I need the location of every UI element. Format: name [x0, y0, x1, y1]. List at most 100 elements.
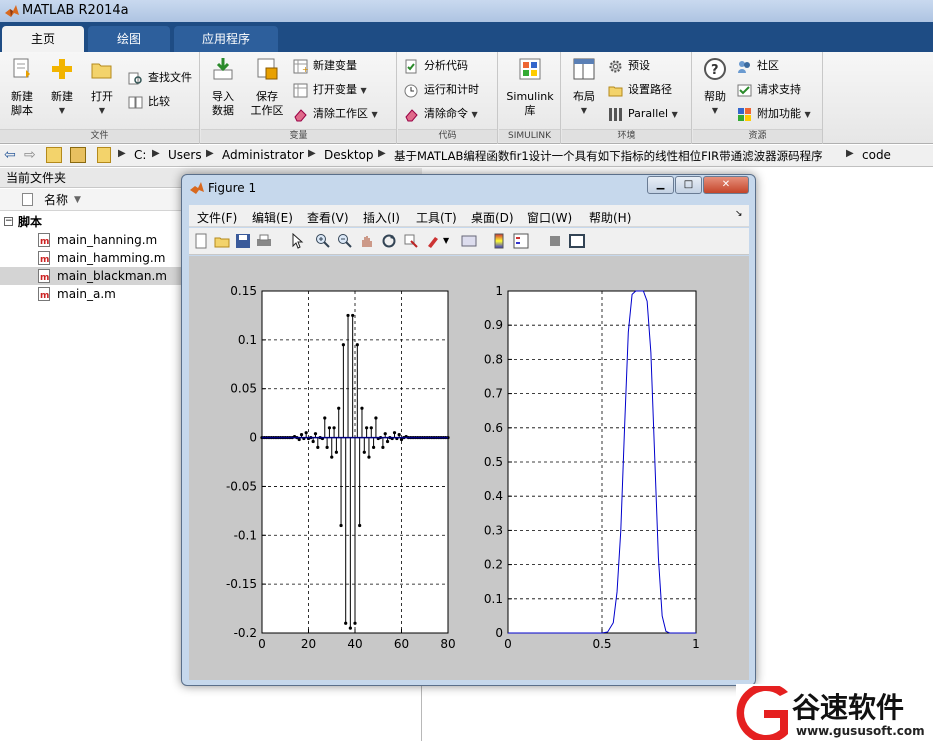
open-variable-button[interactable]: 打开变量 ▼ [293, 80, 367, 100]
tab-apps[interactable]: 应用程序 [174, 26, 278, 52]
hide-plot-tools-icon[interactable] [547, 233, 563, 249]
simulink-library-button[interactable]: Simulink 库 [503, 56, 557, 118]
dropdown-arrow-icon[interactable]: ▼ [361, 86, 367, 95]
tab-home[interactable]: 主页 [2, 26, 84, 52]
group-file-label: 文件 [0, 129, 199, 142]
preferences-button[interactable]: 预设 [608, 56, 650, 76]
new-variable-button[interactable]: + 新建变量 [293, 56, 357, 76]
new-script-icon [13, 58, 30, 78]
browse-folder-icon[interactable] [70, 147, 86, 163]
open-button[interactable]: 打开 ▼ [84, 56, 120, 118]
stem-marker [316, 445, 320, 449]
response-tick-label-y: 0.2 [484, 558, 503, 572]
menu-window[interactable]: 窗口(W) [527, 209, 572, 226]
clear-commands-button[interactable]: 清除命令 ▼ [404, 104, 478, 124]
dropdown-arrow-icon[interactable]: ▼ [805, 110, 811, 119]
menu-insert[interactable]: 插入(I) [363, 209, 400, 226]
menu-desktop[interactable]: 桌面(D) [471, 209, 514, 226]
show-plot-tools-icon[interactable] [569, 233, 585, 249]
up-folder-icon[interactable] [46, 147, 62, 163]
figure-menu-bar: 文件(F) 编辑(E) 查看(V) 插入(I) 工具(T) 桌面(D) 窗口(W… [189, 205, 749, 227]
analyze-code-button[interactable]: 分析代码 [404, 56, 468, 76]
parallel-button[interactable]: Parallel ▼ [608, 104, 678, 124]
set-path-button[interactable]: 设置路径 [608, 80, 672, 100]
breadcrumb-item[interactable]: Users [168, 148, 202, 162]
community-button[interactable]: 社区 [737, 56, 779, 76]
breadcrumb-separator-icon: ▶ [378, 148, 386, 159]
add-ons-button[interactable]: 附加功能 ▼ [737, 104, 811, 124]
breadcrumb-item[interactable]: code [862, 148, 891, 162]
stem-tick-label-y: -0.1 [234, 528, 257, 542]
rotate-3d-icon[interactable] [381, 233, 397, 249]
layout-button[interactable]: 布局 ▼ [566, 56, 602, 118]
stem-tick-label-y: -0.2 [234, 626, 257, 640]
menu-help[interactable]: 帮助(H) [589, 209, 631, 226]
tab-plots[interactable]: 绘图 [88, 26, 170, 52]
dropdown-arrow-icon[interactable]: ▼ [443, 236, 449, 245]
figure-window[interactable]: Figure 1 ▁ □ ✕ 文件(F) 编辑(E) 查看(V) 插入(I) 工… [181, 174, 756, 686]
save-workspace-button[interactable]: 保存 工作区 [247, 56, 287, 118]
save-icon[interactable] [235, 233, 251, 249]
figure-canvas[interactable]: 0 20 40 60 80 -0.2 -0.15 -0.1 -0.05 0 0.05 0.1 0.15 0… [189, 256, 749, 680]
brush-icon[interactable] [425, 233, 441, 249]
forward-arrow-icon[interactable]: ⇨ [24, 147, 36, 163]
maximize-button[interactable]: □ [675, 176, 702, 194]
dropdown-arrow-icon[interactable]: ▼ [372, 110, 378, 119]
column-name-label: 名称 [44, 193, 69, 207]
parallel-icon [609, 108, 622, 121]
app-title-bar: MATLAB R2014a [0, 0, 933, 22]
print-icon[interactable] [256, 233, 272, 249]
menu-view[interactable]: 查看(V) [307, 209, 349, 226]
figure-title: Figure 1 [208, 181, 257, 195]
help-button[interactable]: ? 帮助 ▼ [697, 56, 733, 118]
new-figure-icon[interactable] [193, 233, 209, 249]
stem-marker [358, 523, 362, 528]
open-file-icon[interactable] [214, 233, 230, 249]
response-tick-label-y: 0.6 [484, 421, 503, 435]
breadcrumb-item[interactable]: 基于MATLAB编程函数fir1设计一个具有如下指标的线性相位FIR带通滤波器源… [394, 148, 823, 164]
back-arrow-icon[interactable]: ⇦ [4, 147, 16, 163]
compare-icon [128, 96, 143, 109]
colorbar-icon[interactable] [491, 233, 507, 249]
group-code-label: 代码 [398, 129, 497, 142]
svg-text:m: m [40, 255, 49, 265]
zoom-out-icon[interactable] [337, 233, 353, 249]
request-support-button[interactable]: 请求支持 [737, 80, 801, 100]
zoom-in-icon[interactable] [315, 233, 331, 249]
simulink-icon [519, 58, 541, 80]
figure-plots[interactable]: 0 20 40 60 80 -0.2 -0.15 -0.1 -0.05 0 0.05 0.1 0.15 0… [189, 256, 749, 680]
stem-marker [383, 432, 387, 436]
breadcrumb-item[interactable]: Desktop [324, 148, 374, 162]
menu-edit[interactable]: 编辑(E) [252, 209, 293, 226]
breadcrumb-separator-icon: ▶ [308, 148, 316, 159]
dropdown-arrow-icon[interactable]: ▼ [672, 110, 678, 119]
clear-workspace-button[interactable]: 清除工作区 ▼ [293, 104, 378, 124]
close-button[interactable]: ✕ [703, 176, 749, 194]
new-button[interactable]: 新建 ▼ [44, 56, 80, 118]
dock-arrow-icon[interactable]: ↘ [735, 209, 743, 219]
dropdown-arrow-icon[interactable]: ▼ [472, 110, 478, 119]
breadcrumb-item[interactable]: C: [134, 148, 146, 162]
compare-button[interactable]: 比较 [128, 92, 170, 112]
group-environment: 布局 ▼ 预设 设置路径 Parallel ▼ 环境 [562, 52, 692, 144]
stem-tick-label-y: -0.05 [226, 479, 257, 493]
stem-marker [367, 455, 371, 459]
new-script-button[interactable]: 新建 脚本 [4, 56, 40, 118]
menu-tools[interactable]: 工具(T) [416, 209, 457, 226]
link-plot-icon[interactable] [461, 233, 477, 249]
breadcrumb-item[interactable]: Administrator [222, 148, 304, 162]
pan-icon[interactable] [359, 233, 375, 249]
breadcrumb-separator-icon: ▶ [118, 148, 126, 159]
minimize-button[interactable]: ▁ [647, 176, 674, 194]
import-data-button[interactable]: 导入 数据 [205, 56, 241, 118]
find-files-button[interactable]: 查找文件 [128, 68, 192, 88]
legend-icon[interactable] [513, 233, 529, 249]
figure-toolbar: ▼ [189, 228, 749, 255]
pointer-icon[interactable] [289, 233, 305, 249]
collapse-icon[interactable]: − [4, 217, 13, 226]
stem-marker [360, 406, 364, 410]
menu-file[interactable]: 文件(F) [197, 209, 237, 226]
data-cursor-icon[interactable] [403, 233, 419, 249]
run-and-time-button[interactable]: 运行和计时 [404, 80, 479, 100]
stem-tick-label-x: 0 [258, 637, 266, 651]
